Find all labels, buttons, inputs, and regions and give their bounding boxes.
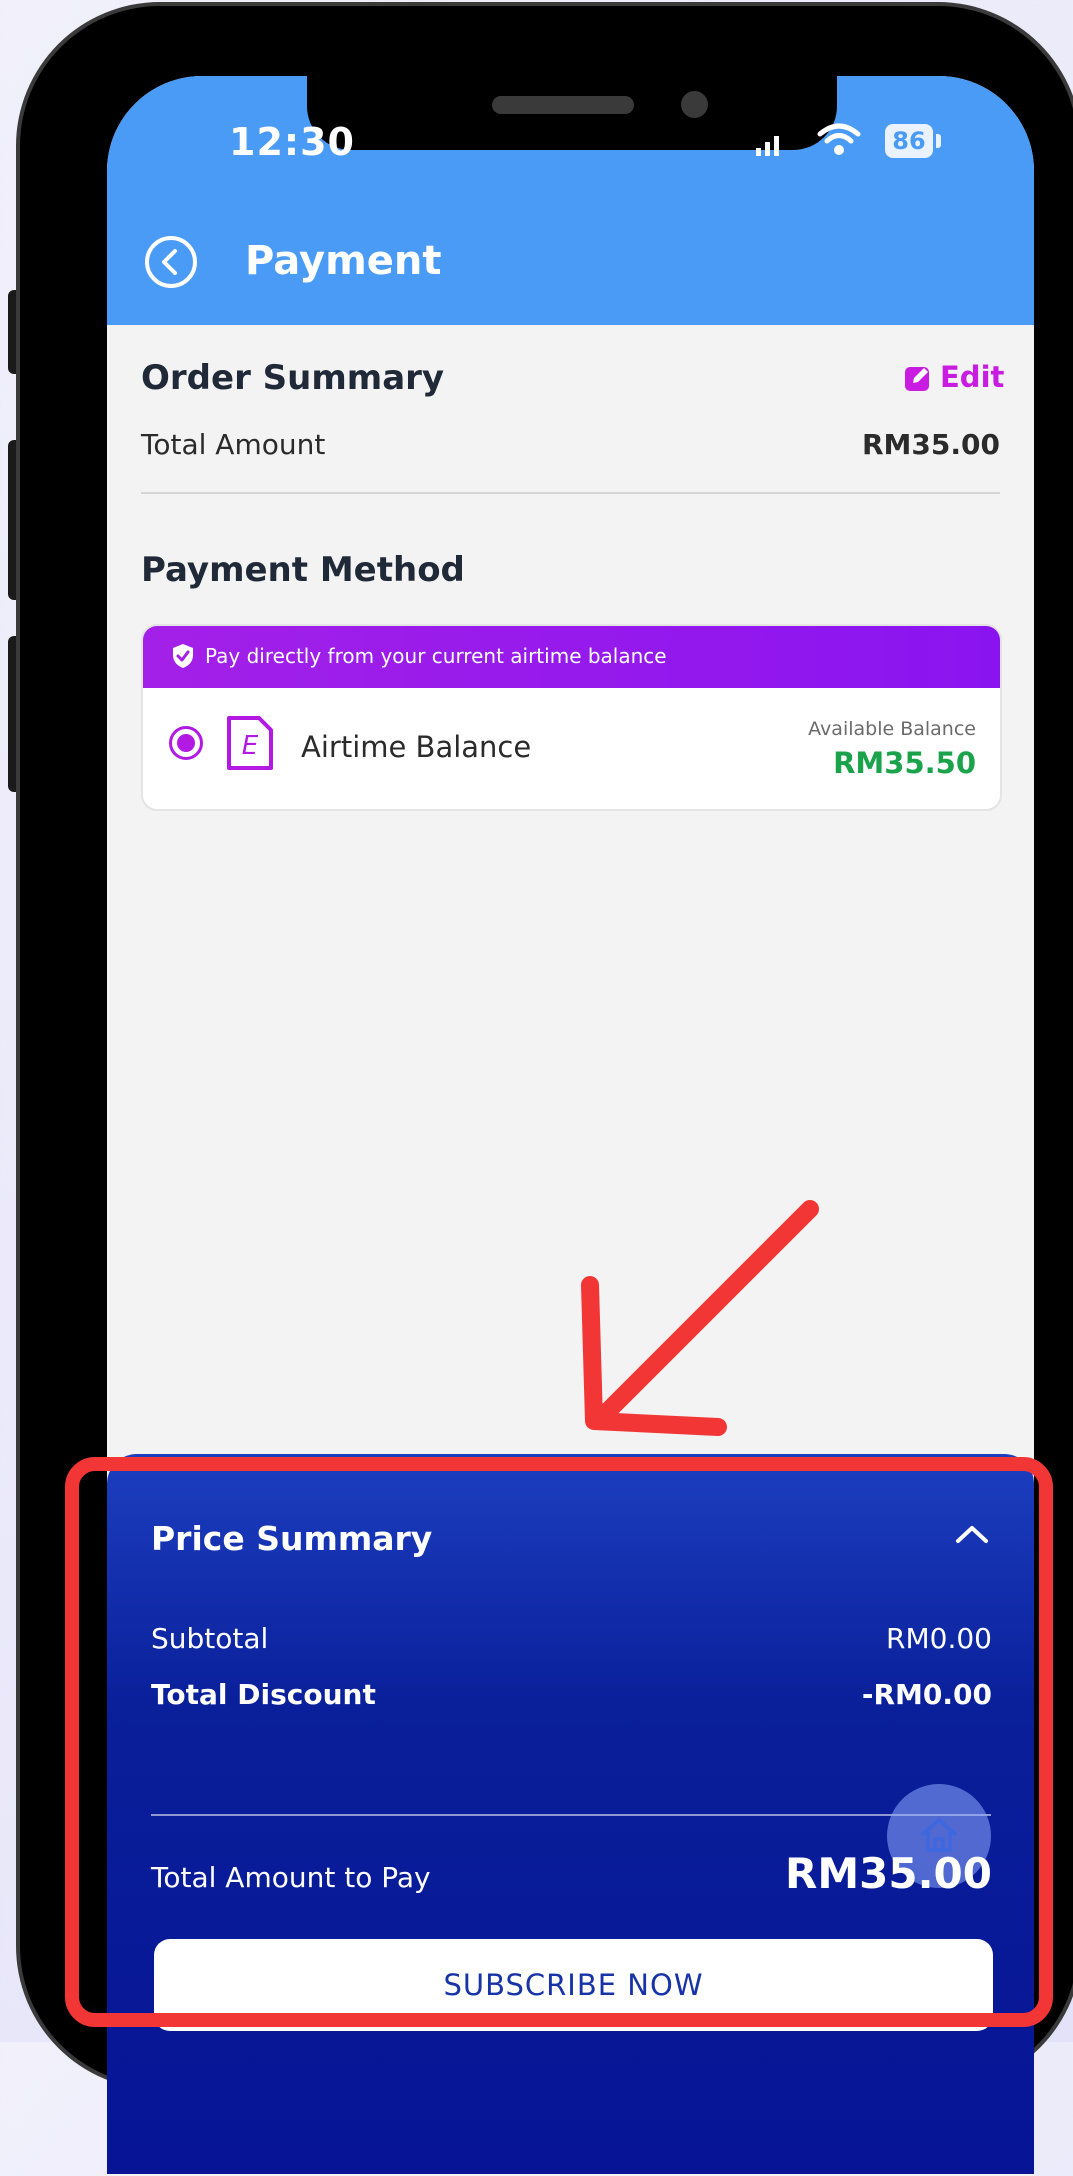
- order-summary-title: Order Summary: [141, 358, 445, 398]
- total-amount-value: RM35.00: [862, 428, 1000, 461]
- edit-button[interactable]: Edit: [902, 358, 1022, 402]
- front-camera: [681, 91, 708, 118]
- battery-icon: 86: [885, 124, 933, 158]
- order-summary-divider: [141, 492, 1000, 494]
- battery-tip: [936, 134, 941, 148]
- banner-text: Pay directly from your current airtime b…: [205, 644, 667, 668]
- status-time: 12:30: [229, 120, 355, 164]
- back-icon[interactable]: [143, 234, 199, 290]
- highlight-annotation-box: [65, 1457, 1053, 2027]
- edit-icon: [905, 367, 929, 391]
- payment-method-banner: Pay directly from your current airtime b…: [143, 626, 1000, 688]
- payment-option-name: Airtime Balance: [301, 730, 532, 764]
- app-header: 12:30 86 Payment: [107, 76, 1034, 325]
- radio-selected-dot: [177, 734, 195, 752]
- page-title: Payment: [245, 238, 442, 284]
- signal-icon: [756, 136, 779, 156]
- arrow-annotation-icon: [581, 1200, 819, 1436]
- total-amount-label: Total Amount: [141, 428, 326, 461]
- edit-label: Edit: [940, 360, 1005, 394]
- payment-method-card[interactable]: Pay directly from your current airtime b…: [141, 624, 1002, 811]
- sim-card-icon: E: [227, 716, 273, 770]
- payment-method-title: Payment Method: [141, 550, 465, 590]
- shield-check-icon: [173, 644, 193, 668]
- sim-letter: E: [242, 731, 259, 761]
- airtime-balance-radio[interactable]: [169, 726, 203, 760]
- available-balance-value: RM35.50: [833, 746, 976, 780]
- speaker-grille: [492, 96, 634, 114]
- wifi-icon: [817, 123, 861, 155]
- available-balance-label: Available Balance: [808, 718, 976, 740]
- status-icons: [752, 116, 992, 166]
